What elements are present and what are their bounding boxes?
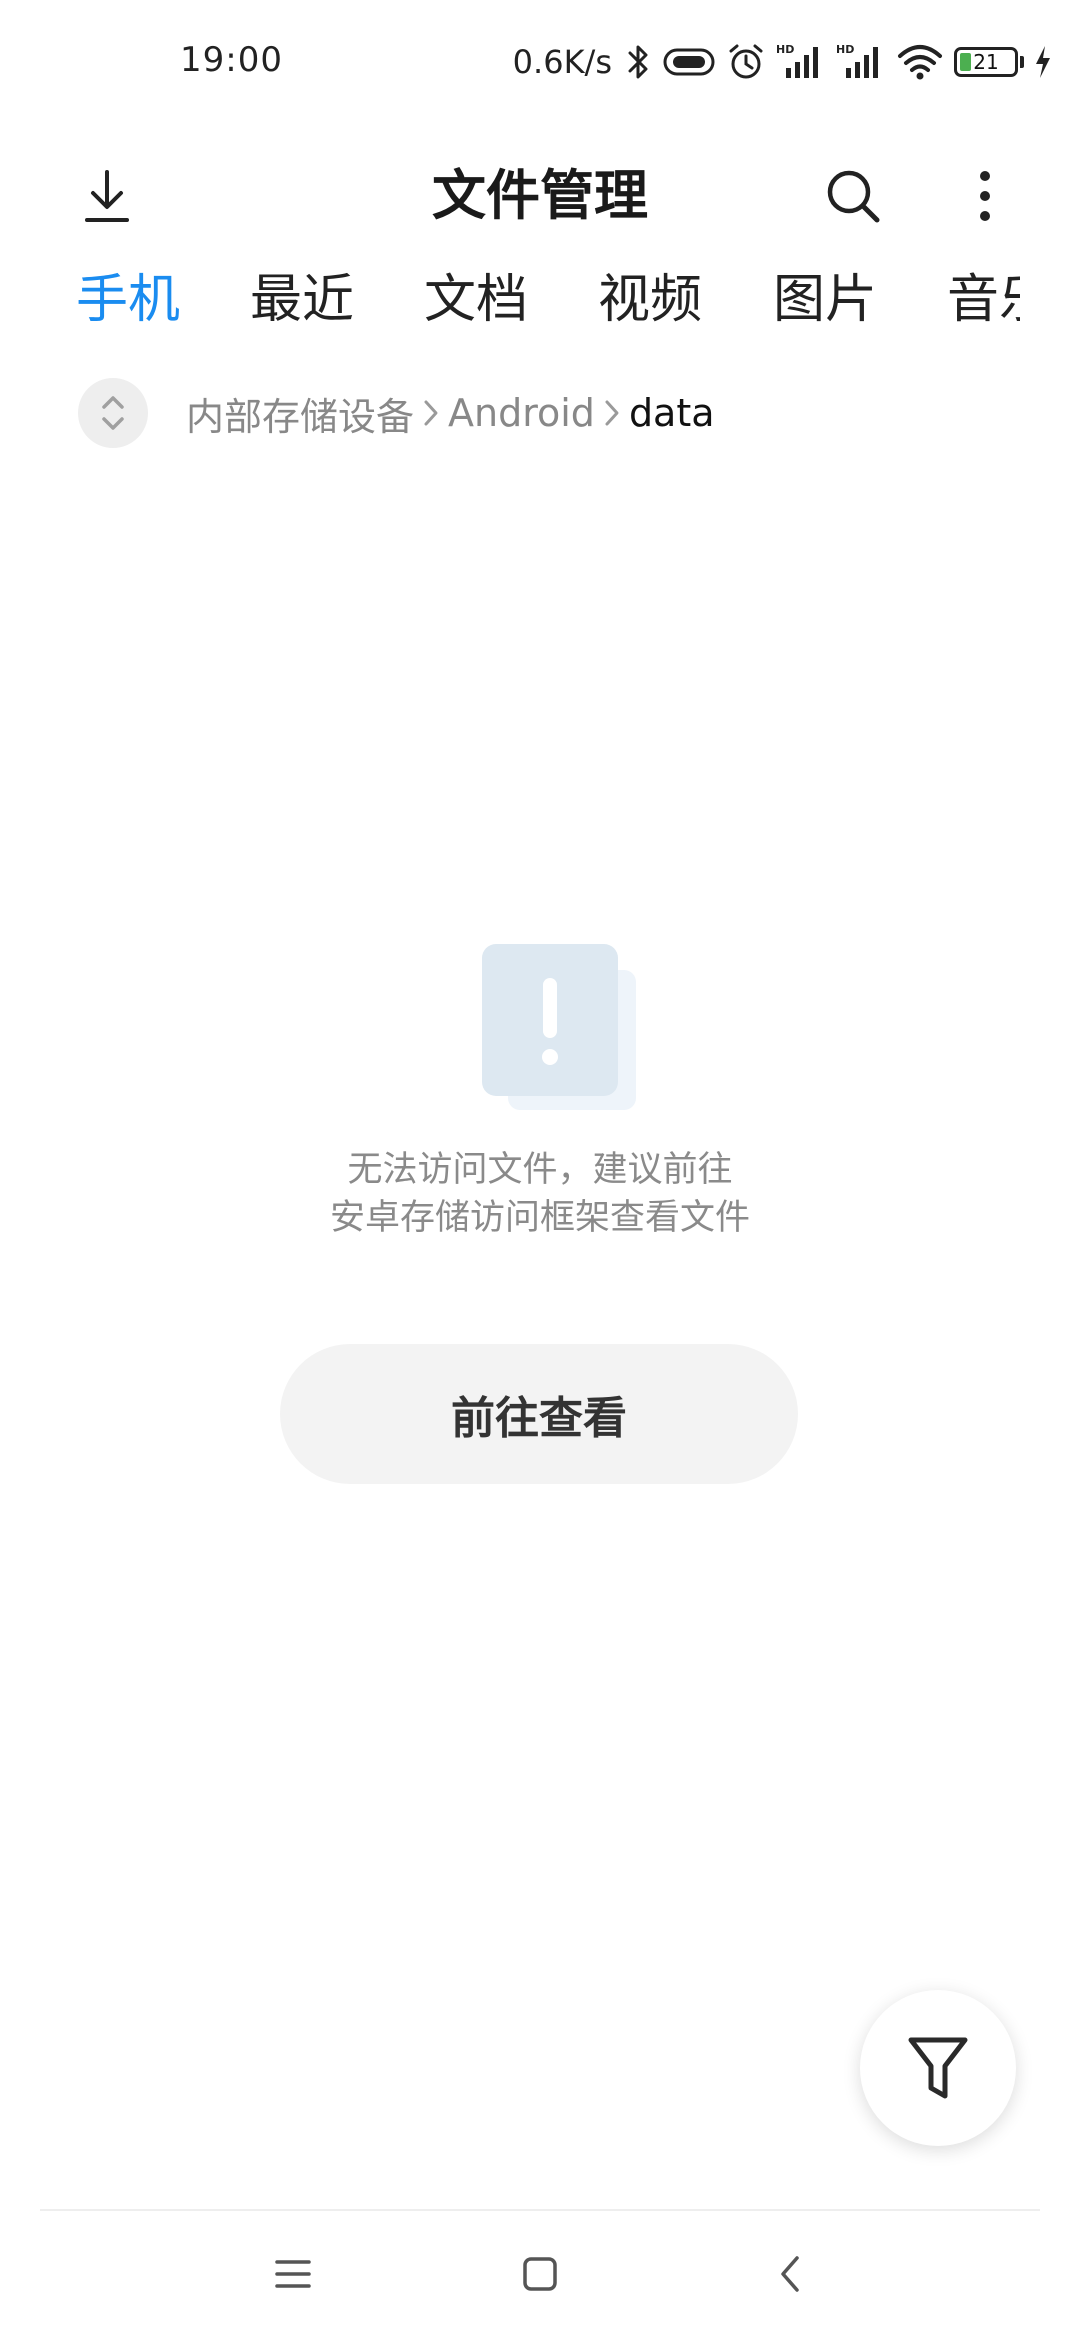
search-button[interactable] (808, 151, 898, 241)
breadcrumb-expand-button[interactable] (78, 378, 148, 448)
home-button[interactable] (495, 2229, 585, 2319)
alarm-icon (726, 40, 766, 84)
wifi-icon (896, 40, 944, 84)
menu-icon (275, 2260, 311, 2288)
more-options-button[interactable] (940, 151, 1030, 241)
breadcrumb-internal-storage[interactable]: 内部存储设备 (186, 386, 414, 441)
status-icons: 0.6K/s HD HD 21 (513, 40, 1052, 84)
more-vertical-icon (980, 171, 990, 221)
warning-file-icon (478, 940, 642, 1114)
tab-music[interactable]: 音乐 (947, 250, 1020, 350)
svg-text:HD: HD (776, 43, 794, 56)
filter-button[interactable] (860, 1990, 1016, 2146)
battery-level: 21 (973, 50, 999, 74)
signal-hd-icon: HD (836, 40, 886, 84)
breadcrumb: 内部存储设备 Android data (78, 378, 715, 448)
empty-state-line-2: 安卓存储访问框架查看文件 (329, 1198, 750, 1238)
tab-phone[interactable]: 手机 (76, 250, 180, 350)
status-time: 19:00 (180, 40, 283, 80)
page-title: 文件管理 (432, 164, 648, 227)
breadcrumb-android[interactable]: Android (448, 391, 595, 435)
status-bar: 19:00 0.6K/s HD HD 21 (0, 0, 1080, 126)
category-tabs: 手机 最近 文档 视频 图片 音乐 (0, 250, 1020, 350)
unfold-icon (102, 396, 124, 430)
go-view-button[interactable]: 前往查看 (280, 1344, 798, 1484)
chevron-right-icon (603, 396, 621, 430)
chevron-right-icon (422, 396, 440, 430)
back-button[interactable] (746, 2229, 836, 2319)
recent-apps-button[interactable] (248, 2229, 338, 2319)
search-icon (827, 170, 880, 223)
network-speed: 0.6K/s (512, 43, 612, 81)
signal-hd-icon: HD (776, 40, 826, 84)
charging-icon (1034, 40, 1052, 84)
battery-icon: 21 (954, 40, 1024, 84)
vibrate-icon (662, 40, 716, 84)
breadcrumb-data: data (628, 391, 715, 435)
tab-recent[interactable]: 最近 (250, 250, 354, 350)
home-square-icon (523, 2257, 557, 2291)
tab-documents[interactable]: 文档 (424, 250, 528, 350)
system-navigation-bar (0, 2211, 1080, 2340)
tab-images[interactable]: 图片 (773, 250, 877, 350)
bluetooth-icon (626, 40, 652, 84)
tab-videos[interactable]: 视频 (598, 250, 702, 350)
empty-state-line-1: 无法访问文件，建议前往 (347, 1150, 733, 1190)
filter-icon (908, 2037, 968, 2099)
back-chevron-icon (781, 2256, 799, 2292)
empty-state-message: 无法访问文件，建议前往 安卓存储访问框架查看文件 (0, 1146, 1080, 1242)
svg-text:HD: HD (836, 43, 854, 56)
app-bar: 文件管理 (0, 126, 1080, 266)
